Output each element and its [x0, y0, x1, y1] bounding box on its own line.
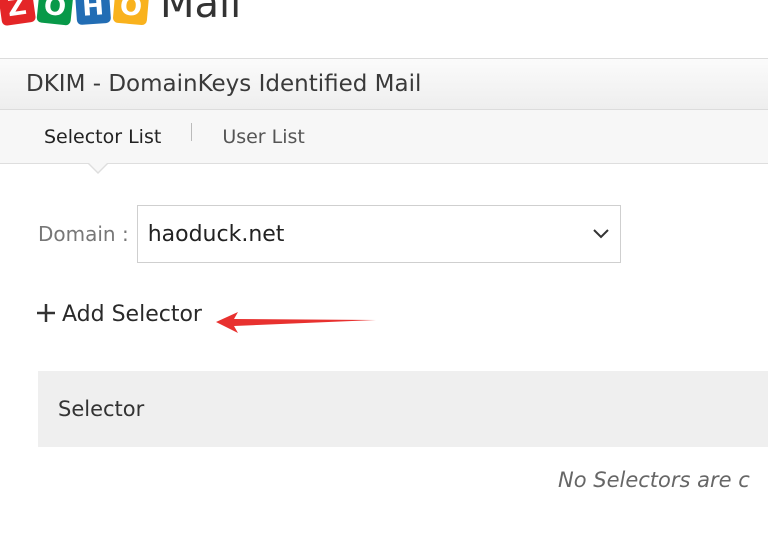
table-header: Selector [38, 371, 768, 447]
domain-select[interactable]: haoduck.net [136, 205, 621, 263]
red-arrow-annotation [216, 308, 378, 338]
logo-letter: O [36, 0, 74, 26]
logo-letter: H [74, 0, 112, 26]
empty-state-message: No Selectors are c [558, 468, 750, 492]
add-selector-label: Add Selector [62, 301, 202, 327]
tab-bar: Selector List User List [0, 110, 768, 164]
title-bar: DKIM - DomainKeys Identified Mail [0, 58, 768, 110]
domain-selected-value: haoduck.net [147, 221, 285, 247]
logo-letter: O [112, 0, 150, 26]
logo-letter: Z [0, 0, 37, 27]
tab-user-list[interactable]: User List [192, 126, 335, 148]
column-header-selector: Selector [58, 397, 145, 421]
chevron-down-icon [592, 225, 610, 243]
app-header: Z O H O Mail [0, 0, 768, 58]
active-tab-indicator [88, 163, 108, 174]
domain-label: Domain : [38, 222, 129, 246]
plus-icon [36, 300, 56, 328]
add-selector-button[interactable]: Add Selector [36, 300, 202, 328]
tab-selector-list[interactable]: Selector List [0, 126, 191, 148]
zoho-mail-logo[interactable]: Z O H O Mail [0, 0, 242, 27]
domain-row: Domain : haoduck.net [38, 205, 621, 263]
logo-word: Mail [160, 0, 242, 27]
page-title: DKIM - DomainKeys Identified Mail [26, 71, 422, 97]
